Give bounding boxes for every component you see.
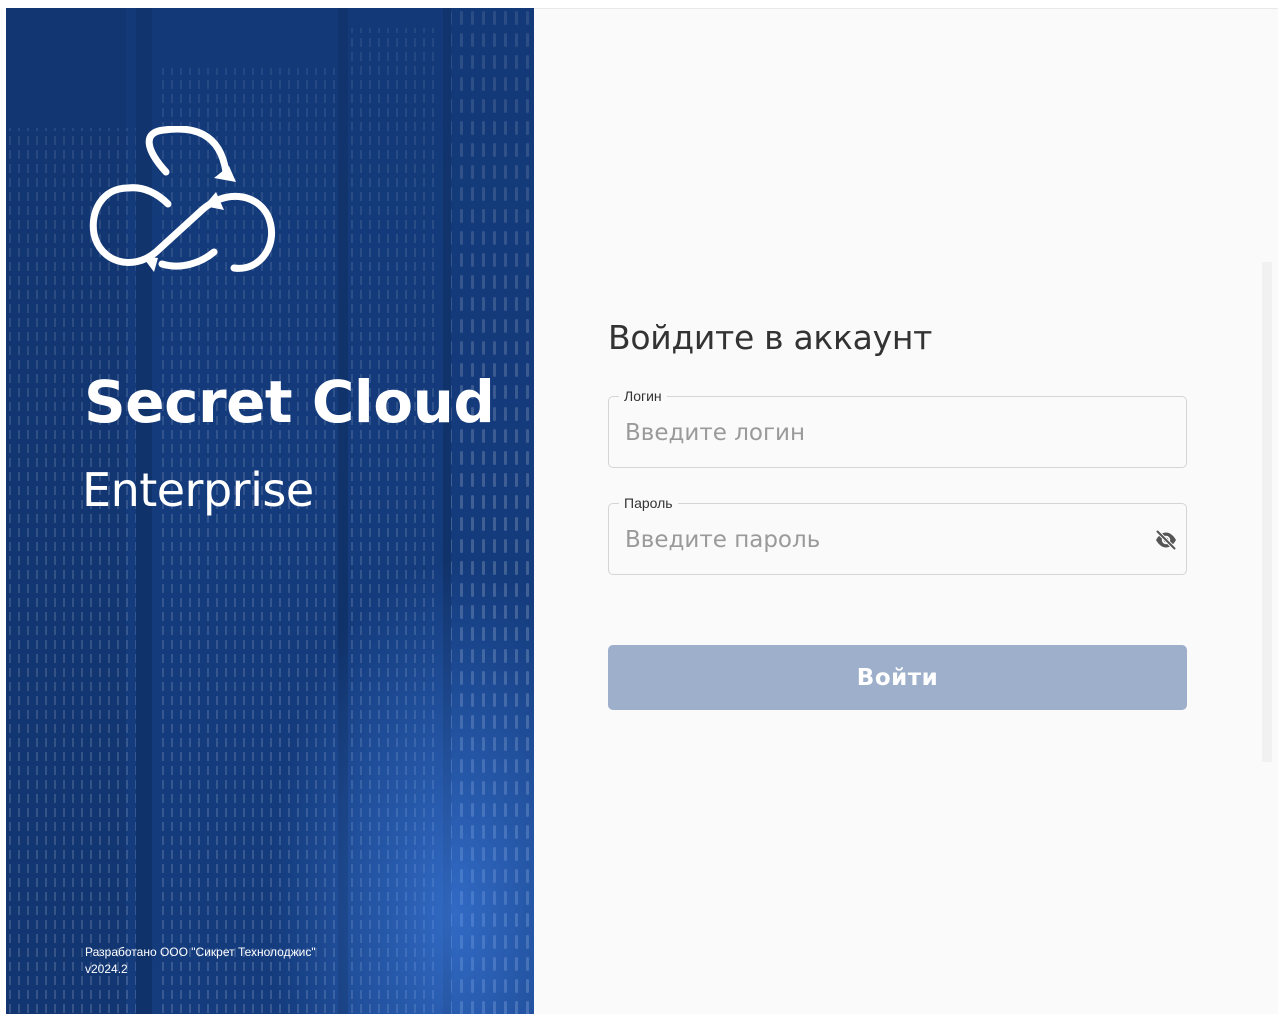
cloud-infinity-icon [89,126,276,272]
login-input[interactable] [625,413,1145,453]
login-field-label: Логин [619,387,667,405]
form-title: Войдите в аккаунт [608,318,933,357]
brand-subtitle: Enterprise [82,463,314,517]
scrollbar[interactable] [1262,262,1272,762]
developer-credit: Разработано ООО "Сикрет Технолоджис" [85,945,316,959]
hero-panel: Secret Cloud Enterprise Разработано ООО … [6,8,534,1014]
version-label: v2024.2 [85,962,128,976]
password-field-label: Пароль [619,494,678,512]
brand-title: Secret Cloud [84,368,495,436]
login-field[interactable]: Логин [608,387,1187,468]
password-input[interactable] [625,520,1145,560]
login-button[interactable]: Войти [608,645,1187,710]
eye-off-icon[interactable] [1154,528,1178,552]
login-page: Secret Cloud Enterprise Разработано ООО … [0,0,1278,1014]
password-field[interactable]: Пароль [608,494,1187,575]
